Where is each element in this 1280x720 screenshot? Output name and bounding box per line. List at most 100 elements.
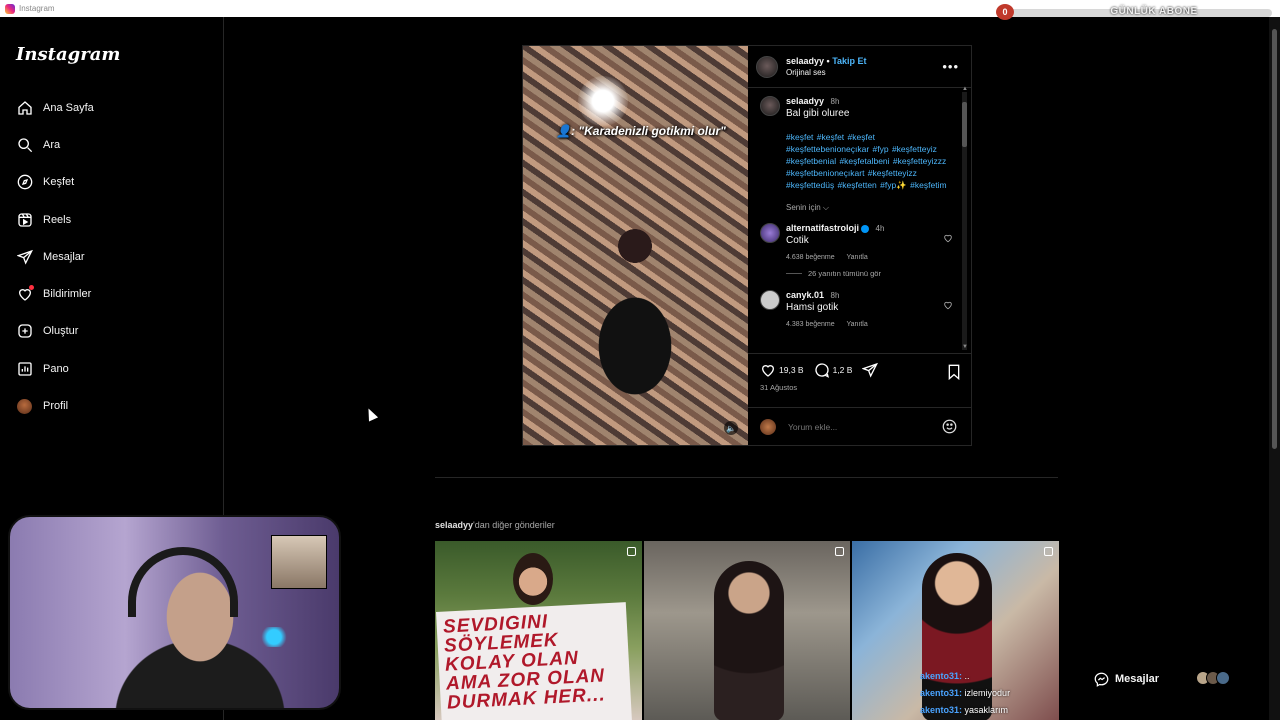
post-modal: 👤: "Karadenizli gotikmi olur" 🔈 selaadyy…: [522, 45, 972, 446]
messages-pill-label: Mesajlar: [1115, 673, 1160, 685]
reply-button[interactable]: Yanıtla: [846, 254, 867, 261]
sidebar-item-create[interactable]: Oluştur: [0, 313, 224, 350]
verified-badge-icon: [861, 224, 870, 233]
heart-icon: [761, 365, 775, 377]
sidebar-item-dashboard[interactable]: Pano: [0, 350, 224, 387]
separator: •: [826, 56, 830, 66]
reply-button[interactable]: Yanıtla: [846, 321, 867, 328]
sidebar-item-reels[interactable]: Reels: [0, 201, 224, 238]
headset-shape: [128, 547, 238, 617]
sign-text: SEVDIGINI SÖYLEMEK KOLAY OLAN AMA ZOR OL…: [442, 611, 607, 714]
avatar-icon: [16, 398, 33, 415]
sidebar-item-search[interactable]: Ara: [0, 126, 224, 163]
avatar[interactable]: [760, 290, 780, 310]
caption-row: selaadyy 8h Bal gibi oluree #keşfet #keş…: [760, 96, 953, 191]
like-button[interactable]: 19,3 B: [760, 362, 804, 378]
scroll-down-icon[interactable]: ▼: [962, 344, 968, 350]
comment-button[interactable]: 1,2 B: [814, 362, 852, 378]
instagram-logo[interactable]: Instagram: [16, 44, 120, 65]
sidebar-item-explore[interactable]: Keşfet: [0, 164, 224, 201]
messages-pill[interactable]: Mesajlar: [1082, 662, 1242, 696]
chat-message: akento31: ..: [920, 671, 970, 681]
video-lamp: [578, 76, 628, 126]
comment-time: 8h: [830, 291, 840, 300]
more-posts-suffix: 'dan diğer gönderiler: [473, 520, 555, 530]
like-comment-icon[interactable]: [943, 233, 953, 243]
sidebar-item-profile[interactable]: Profil: [0, 387, 224, 424]
avatar[interactable]: [760, 223, 780, 243]
audio-label[interactable]: Orijinal ses: [786, 68, 867, 77]
avatar[interactable]: [756, 55, 778, 78]
avatar: [1216, 671, 1230, 685]
grid-post[interactable]: SEVDIGINI SÖYLEMEK KOLAY OLAN AMA ZOR OL…: [435, 541, 642, 720]
instagram-app-icon: [5, 3, 15, 14]
comment-row: alternatifastroloji 4h Cotik 4.638 beğen…: [760, 223, 953, 261]
webcam-overlay: [8, 515, 341, 710]
home-icon: [16, 99, 33, 116]
like-comment-icon[interactable]: [943, 300, 953, 310]
heart-icon: [16, 284, 34, 303]
comment-username[interactable]: alternatifastroloji: [786, 223, 859, 233]
plus-square-icon: [16, 323, 33, 340]
more-posts-username[interactable]: selaadyy: [435, 520, 473, 530]
save-button[interactable]: [947, 364, 961, 385]
compass-icon: [16, 174, 33, 191]
avatar[interactable]: [760, 96, 780, 116]
sidebar-item-label: Ara: [43, 138, 61, 151]
follow-button[interactable]: Takip Et: [832, 56, 866, 66]
more-options-icon[interactable]: •••: [942, 59, 959, 74]
sidebar-item-notifications[interactable]: Bildirimler: [0, 275, 224, 312]
comment-likes[interactable]: 4.638 beğenme: [786, 254, 835, 261]
like-count: 19,3 B: [779, 365, 804, 375]
page-scrollbar[interactable]: [1269, 17, 1280, 720]
main-content: 👤: "Karadenizli gotikmi olur" 🔈 selaadyy…: [224, 17, 1269, 720]
comments-scrollbar[interactable]: [962, 92, 967, 350]
caption-username[interactable]: selaadyy: [786, 96, 824, 106]
caption-text: Bal gibi oluree: [786, 108, 850, 119]
sidebar-item-label: Keşfet: [43, 176, 75, 189]
post-author: selaadyy • Takip Et Orijinal ses: [786, 56, 867, 77]
carousel-icon: [1044, 547, 1054, 556]
view-replies-label: 26 yanıtın tümünü gör: [808, 269, 881, 278]
post-sidebar: selaadyy • Takip Et Orijinal ses ••• sel…: [748, 46, 971, 445]
more-posts-title: selaadyy'dan diğer gönderiler: [435, 520, 555, 530]
chat-message: akento31: izlemiyodur: [920, 688, 1011, 698]
comment-row: canyk.01 8h Hamsi gotik 4.383 beğenme Ya…: [760, 290, 953, 328]
comment-username[interactable]: canyk.01: [786, 290, 824, 300]
comment-icon: [814, 363, 829, 378]
video-caption: 👤: "Karadenizli gotikmi olur": [556, 124, 726, 138]
scroll-up-icon[interactable]: ▲: [962, 86, 968, 92]
subscriber-count: 0: [996, 4, 1014, 20]
sidebar-item-label: Bildirimler: [43, 288, 92, 301]
send-icon: [862, 362, 879, 378]
stream-chat-overlay: akento31: .. akento31: izlemiyodur akent…: [920, 668, 1010, 719]
comment-input[interactable]: [788, 421, 918, 432]
sidebar-item-label: Reels: [43, 213, 72, 226]
emoji-icon[interactable]: [942, 419, 957, 434]
sidebar-item-label: Mesajlar: [43, 250, 85, 263]
comment-text: Cotik: [786, 235, 809, 246]
message-avatars: [1196, 671, 1230, 685]
mute-icon[interactable]: 🔈: [724, 421, 738, 435]
post-username[interactable]: selaadyy: [786, 56, 824, 66]
add-comment-bar: [748, 407, 971, 445]
rgb-light: [259, 627, 289, 647]
post-header: selaadyy • Takip Et Orijinal ses •••: [748, 46, 971, 88]
caption-hashtags[interactable]: #keşfet #keşfet #keşfet #keşfettebenione…: [786, 131, 951, 191]
post-video[interactable]: 👤: "Karadenizli gotikmi olur" 🔈: [523, 46, 748, 445]
sidebar-item-label: Oluştur: [43, 325, 79, 338]
for-you-toggle[interactable]: Senin için ⌵: [786, 203, 953, 213]
post-actions: 19,3 B 1,2 B 31 Ağustos: [748, 353, 971, 407]
comment-text: Hamsi gotik: [786, 302, 839, 313]
sidebar-item-home[interactable]: Ana Sayfa: [0, 89, 224, 126]
comment-likes[interactable]: 4.383 beğenme: [786, 321, 835, 328]
grid-post[interactable]: [643, 541, 851, 720]
sidebar-nav: Ana Sayfa Ara Keşfet Reels Mesajlar Bild…: [0, 89, 224, 425]
avatar: [760, 418, 776, 435]
view-replies[interactable]: 26 yanıtın tümünü gör: [786, 269, 953, 278]
search-icon: [16, 136, 33, 153]
window-title: Instagram: [19, 4, 55, 13]
reels-icon: [16, 211, 33, 228]
share-button[interactable]: [862, 362, 881, 378]
sidebar-item-messages[interactable]: Mesajlar: [0, 238, 224, 275]
